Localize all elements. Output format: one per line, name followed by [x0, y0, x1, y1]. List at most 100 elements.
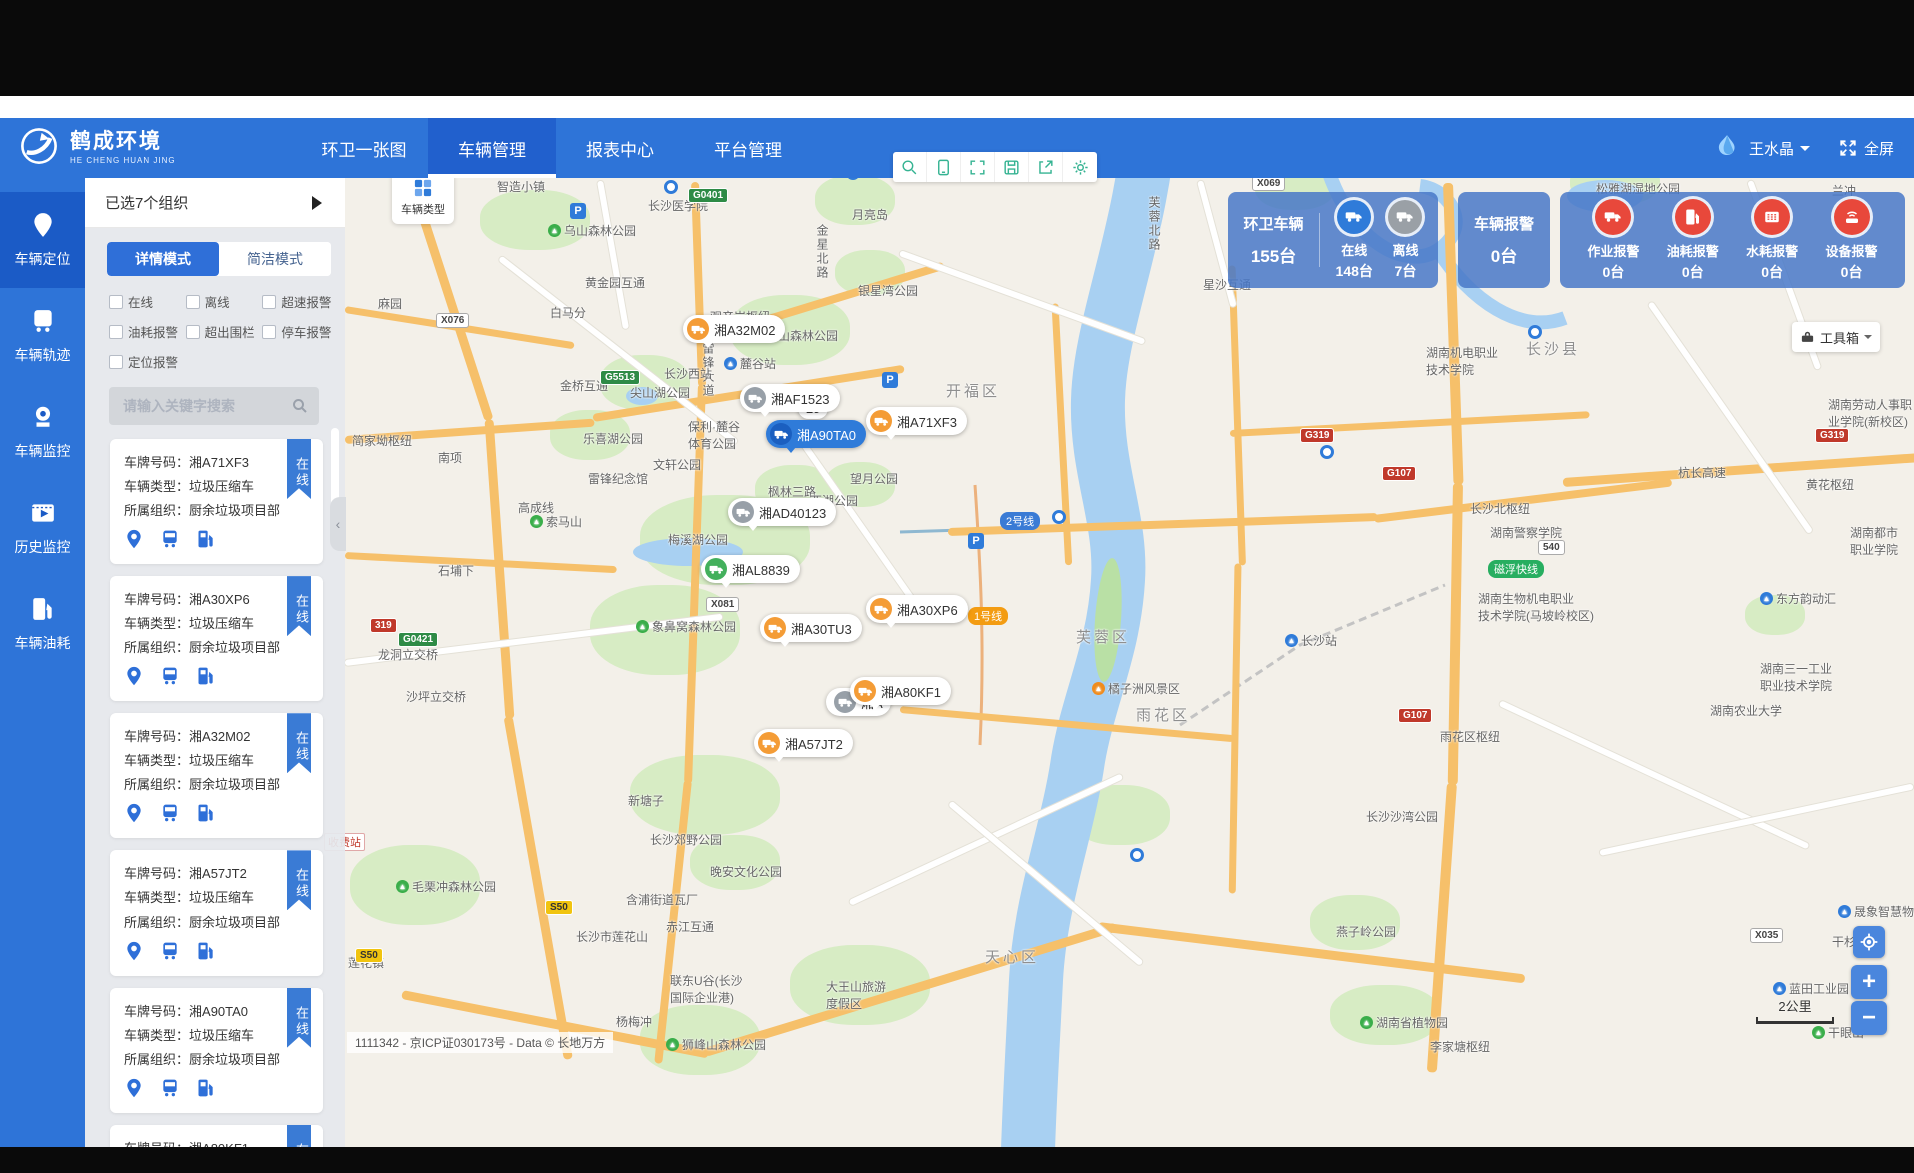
zoom-in-button[interactable]: +	[1851, 965, 1887, 999]
panel-collapse-button[interactable]: ‹	[330, 497, 346, 551]
vehicle-card[interactable]: 车牌号码：湘A71XF3 车辆类型：垃圾压缩车 所属组织：厨余垃圾项目部 在线	[110, 439, 323, 564]
map-label: 黄花枢纽	[1806, 476, 1854, 493]
vehicle-marker[interactable]: 湘AL8839	[701, 555, 800, 583]
header-right: 王水晶 全屏	[1713, 118, 1914, 178]
vehicle-marker[interactable]: 湘A90TA0	[766, 420, 866, 448]
map-label: 大王山旅游度假区	[826, 978, 886, 1012]
map-label: 晚安文化公园	[710, 863, 782, 880]
pin-icon[interactable]	[124, 529, 144, 554]
filter-checkbox[interactable]: 在线	[109, 292, 186, 311]
green-poi-icon: ▲	[666, 1038, 679, 1051]
vehicle-marker[interactable]: 湘AD40123	[728, 498, 836, 526]
stat-label: 在线	[1341, 240, 1367, 259]
vehicle-card[interactable]: 车牌号码：湘A80KF1 车辆类型：垃圾压缩车 所属组织：厨余垃圾项目部 在线	[110, 1125, 323, 1147]
nav-tab-4[interactable]: 平台管理	[684, 118, 812, 178]
filter-checkbox[interactable]: 定位报警	[109, 352, 186, 371]
checkbox-icon[interactable]	[109, 355, 123, 369]
nav-tab-3[interactable]: 报表中心	[556, 118, 684, 178]
vehicle-marker[interactable]: 湘A32M02	[683, 315, 785, 343]
pin-icon[interactable]	[124, 666, 144, 691]
checkbox-icon[interactable]	[262, 325, 276, 339]
checkbox-icon[interactable]	[109, 325, 123, 339]
vehicle-marker[interactable]: 湘A30TU3	[760, 614, 862, 642]
map-copyright: 1111342 - 京ICP证030173号 - Data © 长地万方	[347, 1032, 613, 1053]
main-nav: 环卫一张图车辆管理报表中心平台管理	[300, 118, 812, 178]
bus-icon[interactable]	[160, 529, 180, 554]
sidebar-item-play[interactable]: 历史监控	[0, 480, 85, 576]
pin-icon	[30, 212, 56, 241]
vehicle-marker[interactable]: 湘A57JT2	[754, 729, 853, 757]
org-expand-icon[interactable]	[312, 196, 329, 210]
org-selector[interactable]: 已选7个组织	[85, 178, 345, 228]
fuel-icon[interactable]	[196, 803, 216, 828]
pin-icon[interactable]	[124, 803, 144, 828]
bus-icon[interactable]	[160, 666, 180, 691]
bus-icon[interactable]	[160, 941, 180, 966]
checkbox-icon[interactable]	[186, 295, 200, 309]
fuel-icon	[30, 596, 56, 625]
tablet-tool[interactable]	[927, 152, 961, 182]
vehicle-card[interactable]: 车牌号码：湘A90TA0 车辆类型：垃圾压缩车 所属组织：厨余垃圾项目部 在线	[110, 988, 323, 1113]
sidebar-item-pin[interactable]: 车辆定位	[0, 192, 85, 288]
truck-icon	[770, 423, 792, 445]
fuel-icon[interactable]	[196, 1078, 216, 1103]
checkbox-icon[interactable]	[186, 325, 200, 339]
fuel-icon[interactable]	[196, 529, 216, 554]
share-tool[interactable]	[1029, 152, 1063, 182]
vehicle-card[interactable]: 车牌号码：湘A30XP6 车辆类型：垃圾压缩车 所属组织：厨余垃圾项目部 在线	[110, 576, 323, 701]
locate-button[interactable]	[1853, 926, 1885, 958]
tab-mode-2[interactable]: 简洁模式	[219, 242, 331, 276]
expand-tool[interactable]	[961, 152, 995, 182]
pin-icon[interactable]	[124, 1078, 144, 1103]
user-menu[interactable]: 王水晶	[1749, 138, 1810, 159]
fullscreen-button[interactable]: 全屏	[1838, 138, 1894, 159]
play-icon	[30, 500, 56, 529]
map-label-text: 望月公园	[850, 470, 898, 487]
save-tool[interactable]	[995, 152, 1029, 182]
top-letterbox	[0, 0, 1914, 96]
search-input[interactable]: 请输入关键字搜索	[109, 387, 319, 425]
nav-tab-1[interactable]: 环卫一张图	[300, 118, 428, 178]
search-icon[interactable]	[291, 397, 309, 415]
alarm-label: 水耗报警	[1746, 241, 1798, 260]
truck-icon	[732, 501, 754, 523]
sidebar-item-fuel[interactable]: 车辆油耗	[0, 576, 85, 672]
sidebar-item-bus[interactable]: 车辆轨迹	[0, 288, 85, 384]
vehicle-marker[interactable]: 湘A71XF3	[866, 407, 967, 435]
map-label-text: 文轩公园	[653, 456, 701, 473]
avatar[interactable]	[1713, 133, 1739, 164]
tab-mode-1[interactable]: 详情模式	[107, 242, 219, 276]
nav-tab-2[interactable]: 车辆管理	[428, 118, 556, 178]
pin-icon[interactable]	[124, 941, 144, 966]
checkbox-icon[interactable]	[109, 295, 123, 309]
vehicle-marker[interactable]: 湘A30XP6	[866, 595, 968, 623]
sidebar-item-cam[interactable]: 车辆监控	[0, 384, 85, 480]
settings-tool[interactable]	[1063, 152, 1097, 182]
toolbox-button[interactable]: 工具箱	[1792, 322, 1880, 352]
sidebar-item-label: 历史监控	[15, 537, 71, 557]
road-shield: X035	[1750, 928, 1783, 943]
checkbox-icon[interactable]	[262, 295, 276, 309]
filter-checkbox[interactable]: 超速报警	[262, 292, 339, 311]
bus-icon[interactable]	[160, 803, 180, 828]
vehicle-card[interactable]: 车牌号码：湘A32M02 车辆类型：垃圾压缩车 所属组织：厨余垃圾项目部 在线	[110, 713, 323, 838]
filter-checkbox[interactable]: 停车报警	[262, 322, 339, 341]
vehicle-type-button[interactable]: 车辆类型	[392, 172, 454, 224]
map-label: 梅溪湖公园	[668, 531, 728, 548]
roadnet-search-tool[interactable]	[893, 152, 927, 182]
filter-checkbox[interactable]: 超出围栏	[186, 322, 263, 341]
fuel-icon[interactable]	[196, 941, 216, 966]
filter-checkbox[interactable]: 离线	[186, 292, 263, 311]
vehicle-marker[interactable]: 湘AF1523	[740, 384, 840, 412]
org-summary: 已选7个组织	[105, 192, 188, 213]
vehicle-card[interactable]: 车牌号码：湘A57JT2 车辆类型：垃圾压缩车 所属组织：厨余垃圾项目部 在线	[110, 850, 323, 975]
offline-stat: 离线7台	[1388, 200, 1422, 281]
zoom-out-button[interactable]: −	[1851, 1001, 1887, 1035]
fuel-icon[interactable]	[196, 666, 216, 691]
marker-plate: 湘AF1523	[771, 389, 830, 408]
map-label-text: 雨花区枢纽	[1440, 728, 1500, 745]
map-label: ▲橘子洲风景区	[1092, 680, 1180, 697]
vehicle-marker[interactable]: 湘A80KF1	[850, 677, 951, 705]
filter-checkbox[interactable]: 油耗报警	[109, 322, 186, 341]
bus-icon[interactable]	[160, 1078, 180, 1103]
